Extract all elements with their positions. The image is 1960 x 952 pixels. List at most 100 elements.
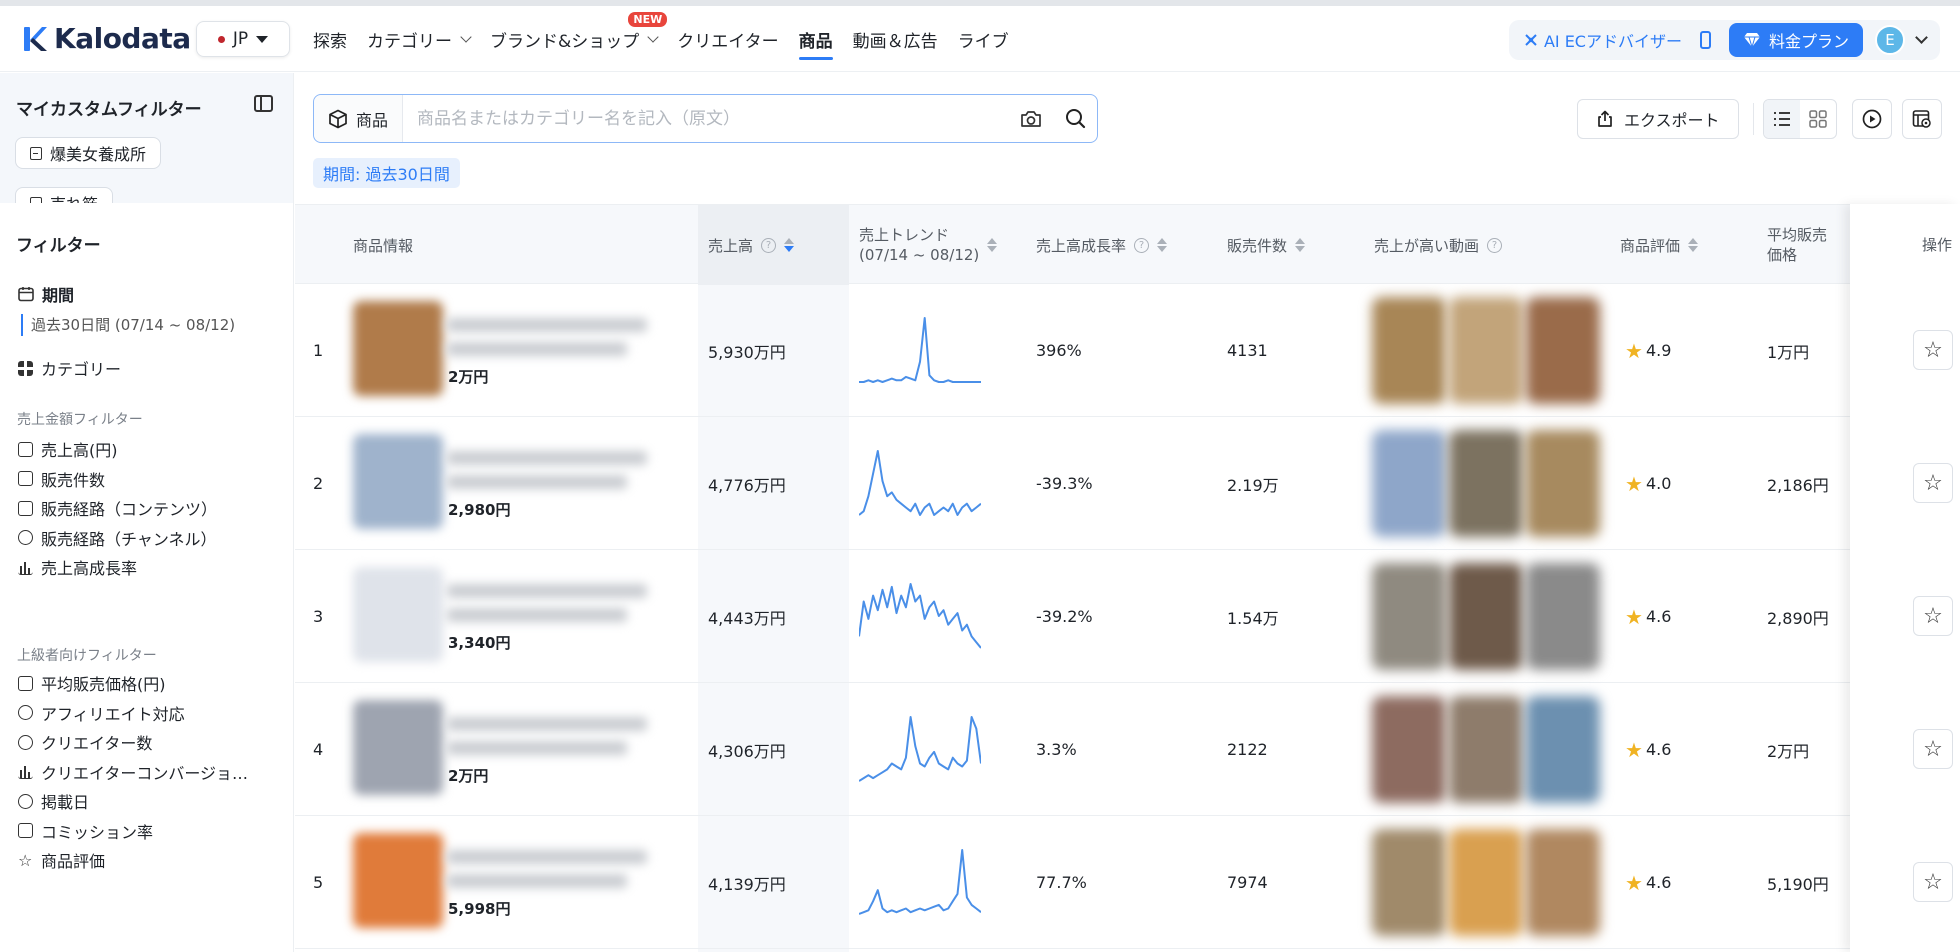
sales-trend-sparkline[interactable]	[859, 312, 981, 386]
product-thumbnail[interactable]	[353, 700, 443, 795]
nav-item[interactable]: 商品	[798, 6, 833, 72]
filter-item[interactable]: 平均販売価格(円)	[18, 671, 166, 695]
favorite-star-button[interactable]: ☆	[1913, 330, 1953, 370]
nav-item[interactable]: カテゴリー	[367, 6, 472, 72]
filter-item[interactable]: クリエイター数	[18, 730, 152, 754]
top-video-thumbnail[interactable]	[1372, 829, 1446, 936]
product-title-blurred[interactable]	[447, 342, 627, 356]
filter-item[interactable]: ☆ 商品評価	[18, 848, 105, 872]
product-thumbnail[interactable]	[353, 567, 443, 662]
nav-item[interactable]: ブランド&ショップ NEW	[490, 6, 668, 72]
search-button[interactable]	[1053, 95, 1097, 142]
custom-filter-chip[interactable]: 売れ筋	[15, 187, 114, 203]
nav-item[interactable]: ライブ	[958, 6, 1009, 72]
filter-item[interactable]: 販売経路（チャンネル）	[18, 526, 217, 550]
favorite-star-button[interactable]: ☆	[1913, 463, 1953, 503]
top-video-thumbnail[interactable]	[1372, 696, 1446, 803]
product-title-blurred[interactable]	[447, 584, 647, 598]
search-input[interactable]	[403, 95, 1009, 142]
table-row[interactable]: 3 3,340円 4,443万円 -39.2% 1.54万 ★ 4.6 2,890円	[295, 550, 1960, 683]
search-type-selector[interactable]: 商品	[314, 95, 404, 142]
help-icon[interactable]: ?	[1134, 237, 1150, 253]
filter-period[interactable]: 期間	[18, 282, 74, 306]
nav-item[interactable]: 動画＆広告	[853, 6, 938, 72]
account-chevron-down-icon[interactable]	[1915, 31, 1928, 44]
favorite-star-button[interactable]: ☆	[1913, 596, 1953, 636]
top-video-thumbnail[interactable]	[1526, 563, 1600, 670]
table-row[interactable]: 2 2,980円 4,776万円 -39.3% 2.19万 ★ 4.0 2,186円	[295, 417, 1960, 550]
product-thumbnail[interactable]	[353, 833, 443, 928]
col-rating[interactable]: 商品評価	[1620, 205, 1699, 285]
table-row[interactable]: 5 5,998円 4,139万円 77.7% 7974 ★ 4.6 5,190円	[295, 816, 1960, 949]
grid-view-button[interactable]	[1800, 100, 1836, 138]
col-sales-trend[interactable]: 売上トレンド (07/14 ~ 08/12)	[859, 205, 998, 285]
export-button[interactable]: エクスポート	[1577, 99, 1739, 139]
pricing-plan-button[interactable]: 料金プラン	[1728, 23, 1863, 57]
product-title-blurred[interactable]	[447, 874, 627, 888]
top-video-thumbnail[interactable]	[1526, 829, 1600, 936]
video-mode-button[interactable]	[1852, 99, 1892, 139]
region-selector[interactable]: JP	[196, 21, 290, 57]
list-view-button[interactable]	[1764, 100, 1800, 138]
sales-trend-sparkline[interactable]	[859, 578, 981, 652]
top-video-thumbnail[interactable]	[1372, 563, 1446, 670]
product-thumbnail[interactable]	[353, 434, 443, 529]
top-video-thumbnail[interactable]	[1372, 297, 1446, 404]
filter-item[interactable]: 販売経路（コンテンツ）	[18, 496, 217, 520]
product-title-blurred[interactable]	[447, 608, 627, 622]
mobile-app-icon[interactable]	[1699, 31, 1711, 49]
help-icon[interactable]: ?	[761, 237, 777, 253]
product-title-blurred[interactable]	[447, 475, 627, 489]
sales-trend-sparkline[interactable]	[859, 844, 981, 918]
filter-item[interactable]: クリエイターコンバージョ…	[18, 760, 248, 784]
favorite-star-button[interactable]: ☆	[1913, 729, 1953, 769]
nav-item[interactable]: 探索	[313, 6, 347, 72]
table-row[interactable]: 4 2万円 4,306万円 3.3% 2122 ★ 4.6 2万円	[295, 683, 1960, 816]
table-row[interactable]: 1 2万円 5,930万円 396% 4131 ★ 4.9 1万円	[295, 284, 1960, 417]
image-search-button[interactable]	[1009, 95, 1053, 142]
logo[interactable]: Kalodata	[22, 22, 191, 55]
search-icon	[1065, 109, 1085, 129]
top-video-thumbnail[interactable]	[1449, 696, 1523, 803]
product-title-blurred[interactable]	[447, 717, 647, 731]
filter-category[interactable]: カテゴリー	[18, 356, 121, 380]
top-video-thumbnail[interactable]	[1372, 430, 1446, 537]
row-units: 1.54万	[1227, 608, 1279, 628]
help-icon[interactable]: ?	[1487, 237, 1503, 253]
top-video-thumbnail[interactable]	[1526, 297, 1600, 404]
period-tag[interactable]: 期間: 過去30日間	[313, 158, 460, 188]
sidebar-collapse-icon[interactable]	[254, 95, 273, 112]
col-units[interactable]: 販売件数	[1227, 205, 1306, 285]
col-growth[interactable]: 売上高成長率 ?	[1036, 205, 1168, 285]
sales-trend-sparkline[interactable]	[859, 445, 981, 519]
filter-item[interactable]: 販売件数	[18, 467, 105, 491]
filter-item[interactable]: コミッション率	[18, 819, 153, 843]
top-video-thumbnail[interactable]	[1526, 696, 1600, 803]
sales-trend-sparkline[interactable]	[859, 711, 981, 785]
column-settings-button[interactable]	[1902, 99, 1942, 139]
filter-item[interactable]: 売上高成長率	[18, 555, 137, 579]
favorite-star-button[interactable]: ☆	[1913, 862, 1953, 902]
col-sales[interactable]: 売上高 ?	[708, 205, 795, 285]
custom-filter-chip[interactable]: 爆美女養成所	[15, 137, 162, 169]
ai-advisor-link[interactable]: AI ECアドバイザー	[1523, 28, 1682, 52]
product-title-blurred[interactable]	[447, 741, 627, 755]
filter-item[interactable]: アフィリエイト対応	[18, 701, 185, 725]
user-avatar[interactable]: E	[1875, 25, 1905, 55]
filter-item[interactable]: 掲載日	[18, 789, 89, 813]
col-avg-price[interactable]: 平均販売 価格	[1767, 205, 1827, 285]
top-video-thumbnail[interactable]	[1449, 430, 1523, 537]
top-video-thumbnail[interactable]	[1449, 563, 1523, 670]
product-title-blurred[interactable]	[447, 451, 647, 465]
filter-item[interactable]: 売上高(円)	[18, 437, 118, 461]
product-title-blurred[interactable]	[447, 318, 647, 332]
product-title-blurred[interactable]	[447, 850, 647, 864]
filter-period-value[interactable]: 過去30日間 (07/14 ~ 08/12)	[21, 314, 235, 336]
row-rank: 1	[313, 341, 324, 360]
product-thumbnail[interactable]	[353, 301, 443, 396]
cube-icon	[329, 109, 347, 128]
nav-item[interactable]: クリエイター	[677, 6, 778, 72]
top-video-thumbnail[interactable]	[1449, 297, 1523, 404]
top-video-thumbnail[interactable]	[1526, 430, 1600, 537]
top-video-thumbnail[interactable]	[1449, 829, 1523, 936]
